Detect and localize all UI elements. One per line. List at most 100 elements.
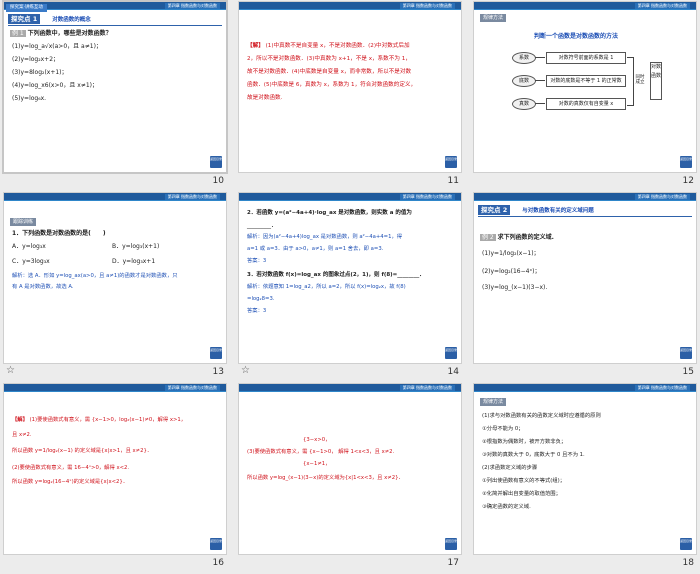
slide-number: 13 bbox=[212, 367, 224, 377]
condition-box: 对数符号前面的系数是 1 bbox=[546, 52, 626, 64]
method-tag: 规律方法 bbox=[480, 14, 507, 22]
answer-label: 【解】 bbox=[12, 417, 28, 423]
slide-number: 10 bbox=[212, 176, 224, 186]
example-tag: 例 1 bbox=[10, 30, 26, 37]
slide-thumbnail[interactable]: 第四章 指数函数与对数函数 探究点 2 与对数函数有关的定义域问题 例 2 求下… bbox=[474, 193, 696, 363]
slide-number: 17 bbox=[447, 558, 459, 568]
question-text: 求下列函数的定义域. bbox=[497, 234, 554, 241]
argument-node: 真数 bbox=[512, 98, 536, 110]
list-item: ②化简并解出自变量的取值范围； bbox=[482, 491, 561, 497]
answer-text: 答案：3 bbox=[247, 258, 267, 264]
list-item: (1)y=1/log₂(x−1)； bbox=[482, 250, 540, 257]
return-menu-button[interactable]: 返回目录 bbox=[680, 347, 692, 359]
answer-label: 【解】 bbox=[247, 43, 264, 49]
list-item: (4)y=log_x6(x>0，且 x≠1)； bbox=[12, 82, 98, 89]
practice-tag: 跟踪训练 bbox=[10, 218, 37, 226]
coefficient-node: 系数 bbox=[512, 52, 536, 64]
arrow-connector bbox=[535, 57, 545, 58]
method-tag: 规律方法 bbox=[480, 398, 507, 406]
slide-header-bar: 第四章 指数函数与对数函数 bbox=[239, 2, 461, 10]
return-menu-button[interactable]: 返回目录 bbox=[210, 156, 222, 168]
section-title: 与对数函数有关的定义域问题 bbox=[522, 208, 594, 214]
slide-thumbnail[interactable]: 第四章 指数函数与对数函数 探究案·讲练互动 探究点 1 对数函数的概念 例 1… bbox=[4, 2, 226, 172]
example-tag: 例 2 bbox=[480, 234, 496, 241]
slide-number: 14 bbox=[447, 367, 459, 377]
answer-line: 【解】 (1)中真数不是自变量 x，不是对数函数．(2)中对数式后加 bbox=[247, 43, 410, 49]
list-item: ①分母不能为 0； bbox=[482, 426, 524, 432]
answer-line: {x−1≠1， bbox=[303, 461, 331, 467]
explanation-line: a=1 或 a=3．由于 a>0，a≠1，则 a=1 舍去，即 a=3. bbox=[247, 246, 384, 252]
explanation-line: 解析：选 A．形如 y=log_ax(a>0，且 a≠1)的函数才是对数函数，只 bbox=[12, 273, 178, 279]
slide-thumbnail[interactable]: 第四章 指数函数与对数函数 规律方法 (1)求与对数函数有关的函数定义域时应遵循… bbox=[474, 384, 696, 554]
slide-cell-12[interactable]: 第四章 指数函数与对数函数 规律方法 判断一个函数是对数函数的方法 系数 底数 … bbox=[474, 2, 696, 190]
slide-cell-10[interactable]: 第四章 指数函数与对数函数 探究案·讲练互动 探究点 1 对数函数的概念 例 1… bbox=[4, 2, 226, 190]
slide-header-bar: 第四章 指数函数与对数函数 bbox=[239, 384, 461, 392]
explanation-line: 解析：因为(a²−4a+4)log_ax 是对数函数，则 a²−4a+4=1，得 bbox=[247, 234, 403, 240]
example-line: 例 2 求下列函数的定义域. bbox=[480, 233, 554, 242]
slide-header-bar: 第四章 指数函数与对数函数 bbox=[474, 384, 696, 392]
slide-cell-15[interactable]: 第四章 指数函数与对数函数 探究点 2 与对数函数有关的定义域问题 例 2 求下… bbox=[474, 193, 696, 381]
option-d: D．y=log₃x+1 bbox=[112, 258, 156, 265]
list-item: (2)求函数定义域的步骤 bbox=[482, 465, 538, 471]
bracket bbox=[627, 57, 634, 106]
answer-line: 2，所以不是对数函数．(3)中真数为 x+1，不是 x，系数不为 1， bbox=[247, 56, 411, 62]
chapter-label: 第四章 指数函数与对数函数 bbox=[399, 194, 455, 200]
chapter-label: 第四章 指数函数与对数函数 bbox=[399, 3, 455, 9]
explanation-line: 解析：依题意知 1=log_a2，所以 a=2，所以 f(x)=log₂x，故 … bbox=[247, 284, 406, 290]
slide-cell-16[interactable]: 第四章 指数函数与对数函数 【解】 (1)要使函数式有意义，需 {x−1>0，l… bbox=[4, 384, 226, 572]
section-tag: 探究点 1 bbox=[8, 14, 41, 24]
return-menu-button[interactable]: 返回目录 bbox=[445, 156, 457, 168]
answer-line: 故不是对数函数．(4)中底数是自变量 x，而非常数，所以不是对数 bbox=[247, 69, 412, 75]
simultaneous-label: 同时成立 bbox=[635, 75, 645, 85]
section-tag: 探究点 2 bbox=[478, 205, 511, 215]
list-item: (3)y=log_(x−1)(3−x). bbox=[482, 284, 548, 291]
explanation-line: 有 A 是对数函数，故选 A. bbox=[12, 284, 74, 290]
slide-header-bar: 第四章 指数函数与对数函数 bbox=[474, 2, 696, 10]
return-menu-button[interactable]: 返回目录 bbox=[680, 538, 692, 550]
chapter-label: 第四章 指数函数与对数函数 bbox=[399, 385, 455, 391]
answer-line: 且 x≠2. bbox=[12, 432, 32, 438]
chapter-label: 第四章 指数函数与对数函数 bbox=[164, 385, 220, 391]
base-node: 底数 bbox=[512, 75, 536, 87]
return-menu-button[interactable]: 返回目录 bbox=[210, 347, 222, 359]
return-menu-button[interactable]: 返回目录 bbox=[680, 156, 692, 168]
slide-thumbnail[interactable]: 第四章 指数函数与对数函数 【解】 (1)要使函数式有意义，需 {x−1>0，l… bbox=[4, 384, 226, 554]
explanation-line: =log₂8=3. bbox=[247, 296, 275, 302]
star-icon[interactable]: ☆ bbox=[241, 365, 250, 376]
list-item: (1)y=log_a√x(a>0，且 a≠1)； bbox=[12, 43, 102, 50]
condition-box: 对数的真数仅有自变量 x bbox=[546, 98, 626, 110]
slide-thumbnail[interactable]: 第四章 指数函数与对数函数 {3−x>0， (3)要使函数式有意义，需 {x−1… bbox=[239, 384, 461, 554]
slide-thumbnail[interactable]: 第四章 指数函数与对数函数 【解】 (1)中真数不是自变量 x，不是对数函数．(… bbox=[239, 2, 461, 172]
star-icon[interactable]: ☆ bbox=[6, 365, 15, 376]
slide-number: 15 bbox=[682, 367, 694, 377]
question-text: 下列函数中，哪些是对数函数？ bbox=[27, 30, 112, 37]
answer-line: 所以函数 y=log₂(16−4ˣ)的定义域是{x|x<2}． bbox=[12, 479, 129, 485]
answer-line: 所以函数 y=1/log₂(x−1) 的定义域是{x|x>1，且 x≠2}． bbox=[12, 448, 153, 454]
list-item: (1)求与对数函数有关的函数定义域时应遵循的原则 bbox=[482, 413, 601, 419]
list-item: ②根指数为偶数时，被开方数非负； bbox=[482, 439, 567, 445]
slide-thumbnail[interactable]: 第四章 指数函数与对数函数 2．若函数 y=(a²−4a+4)·log_ax 是… bbox=[239, 193, 461, 363]
answer-line: 故是对数函数. bbox=[247, 95, 283, 101]
slide-cell-14[interactable]: 第四章 指数函数与对数函数 2．若函数 y=(a²−4a+4)·log_ax 是… bbox=[239, 193, 461, 381]
section-header: 探究点 2 与对数函数有关的定义域问题 bbox=[478, 205, 692, 217]
slide-cell-11[interactable]: 第四章 指数函数与对数函数 【解】 (1)中真数不是自变量 x，不是对数函数．(… bbox=[239, 2, 461, 190]
slide-cell-18[interactable]: 第四章 指数函数与对数函数 规律方法 (1)求与对数函数有关的函数定义域时应遵循… bbox=[474, 384, 696, 572]
answer-line: (3)要使函数式有意义，需 {x−1>0， 解得 1<x<3，且 x≠2. bbox=[247, 449, 395, 455]
list-item: (2)y=log₂x+2； bbox=[12, 56, 60, 63]
return-menu-button[interactable]: 返回目录 bbox=[445, 347, 457, 359]
question-text: 2．若函数 y=(a²−4a+4)·log_ax 是对数函数，则实数 a 的值为 bbox=[247, 210, 412, 216]
slide-thumbnail[interactable]: 第四章 指数函数与对数函数 规律方法 判断一个函数是对数函数的方法 系数 底数 … bbox=[474, 2, 696, 172]
list-item: ①列出使函数有意义的不等式(组)； bbox=[482, 478, 566, 484]
slide-cell-13[interactable]: 第四章 指数函数与对数函数 跟踪训练 1．下列函数是对数函数的是( ) A．y=… bbox=[4, 193, 226, 381]
list-item: (3)y=8log₂(x+1)； bbox=[12, 69, 68, 76]
return-menu-button[interactable]: 返回目录 bbox=[210, 538, 222, 550]
section-title: 对数函数的概念 bbox=[52, 17, 91, 23]
slide-thumbnail[interactable]: 第四章 指数函数与对数函数 跟踪训练 1．下列函数是对数函数的是( ) A．y=… bbox=[4, 193, 226, 363]
question-text: 1．下列函数是对数函数的是( ) bbox=[12, 230, 106, 237]
slide-cell-17[interactable]: 第四章 指数函数与对数函数 {3−x>0， (3)要使函数式有意义，需 {x−1… bbox=[239, 384, 461, 572]
answer-line: {3−x>0， bbox=[303, 437, 331, 443]
chapter-label: 第四章 指数函数与对数函数 bbox=[634, 3, 690, 9]
return-menu-button[interactable]: 返回目录 bbox=[445, 538, 457, 550]
slide-header-bar: 第四章 指数函数与对数函数 bbox=[4, 193, 226, 201]
slide-header-bar: 第四章 指数函数与对数函数 bbox=[4, 384, 226, 392]
